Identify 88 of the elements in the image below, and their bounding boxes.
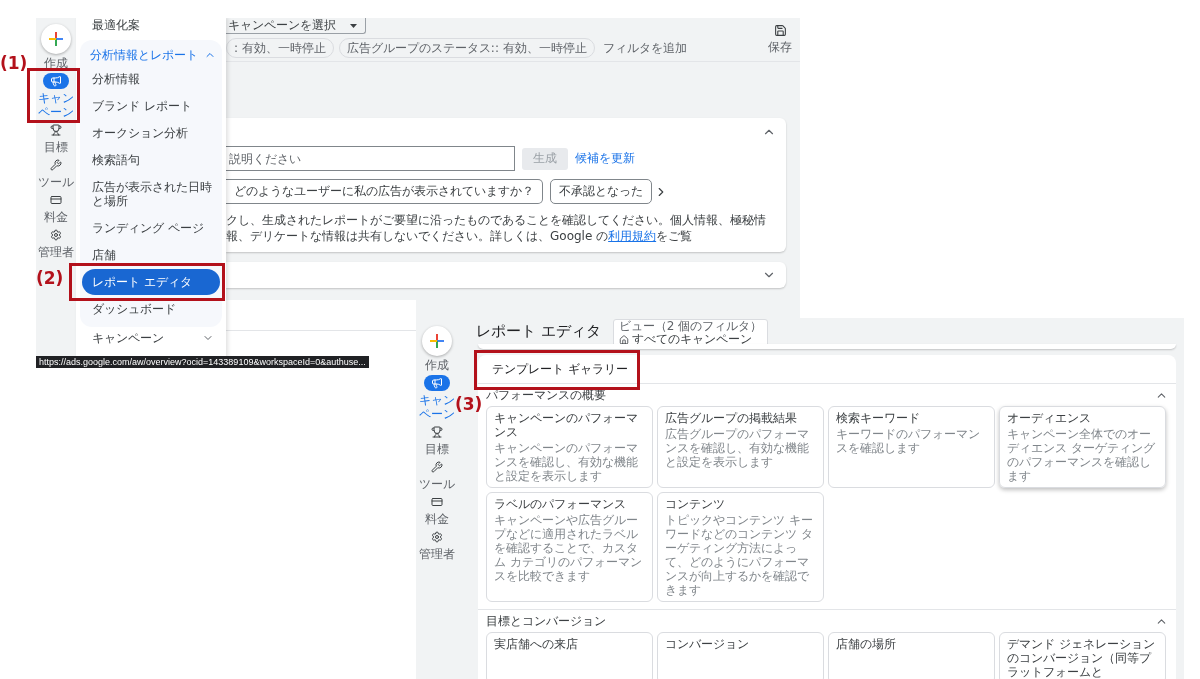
- step-label: (3): [455, 394, 483, 414]
- template-title: 実店舗への来店: [494, 637, 579, 651]
- template-card[interactable]: キャンペーンのパフォーマンス キャンペーンのパフォーマンスを確認し、有効な機能と設定を表示します: [486, 406, 653, 488]
- report-input-field[interactable]: 説明ください: [226, 146, 515, 171]
- section-header[interactable]: パフォーマンスの概要: [486, 386, 606, 404]
- template-title: 店舗の場所: [836, 637, 897, 651]
- menu-item[interactable]: 最適化案: [80, 18, 222, 32]
- template-title: ラベルのパフォーマンス: [494, 497, 627, 511]
- template-title: キャンペーンのパフォーマンス: [494, 411, 639, 439]
- suggestion-chip[interactable]: 不承認となった: [550, 179, 652, 204]
- menu-item[interactable]: ブランド レポート: [82, 93, 220, 119]
- menu-item[interactable]: 分析情報: [82, 66, 220, 92]
- nav-label[interactable]: 目標: [418, 442, 456, 456]
- step-label: (1): [0, 53, 28, 73]
- refresh-suggestions-link[interactable]: 候補を更新: [575, 150, 635, 167]
- menu-item[interactable]: ランディング ページ: [82, 215, 220, 241]
- template-title: コンバージョン: [665, 637, 750, 651]
- nav-label[interactable]: 管理者: [418, 547, 456, 561]
- menu-item[interactable]: キャンペーン: [92, 331, 164, 345]
- menu-item[interactable]: 広告が表示された日時と場所: [82, 174, 220, 214]
- menu-item[interactable]: ダッシュボード: [82, 296, 220, 322]
- template-card[interactable]: 店舗の場所: [828, 632, 995, 679]
- save-icon: [773, 23, 787, 37]
- settings-icon: [50, 229, 62, 241]
- template-title: 検索キーワード: [836, 411, 921, 425]
- nav-label[interactable]: 管理者: [37, 245, 75, 259]
- disclaimer-text: クし、生成されたレポートがご要望に沿ったものであることを確認してください。個人情報、極秘情報、デリケートな情報は共有しないでください。詳しくは、Google の利用規約をご覧: [226, 212, 767, 244]
- megaphone-icon: [431, 377, 443, 389]
- template-title: 広告グループの掲載結果: [665, 411, 798, 425]
- tools-icon: [50, 159, 62, 171]
- save-button[interactable]: 保存: [760, 18, 800, 61]
- trophy-icon: [431, 426, 443, 438]
- template-description: 広告グループのパフォーマンスを確認し、有効な機能と設定を表示します: [665, 427, 810, 469]
- suggestion-chip[interactable]: どのようなユーザーに私の広告が表示されていますか？: [226, 179, 543, 204]
- create-button[interactable]: [422, 326, 452, 356]
- template-description: キーワードのパフォーマンスを確認します: [836, 427, 981, 455]
- tools-icon: [431, 461, 443, 473]
- template-card[interactable]: デマンド ジェネレーションのコンバージョン（同等プラットフォームと: [999, 632, 1166, 679]
- settings-icon: [431, 531, 443, 543]
- nav-label[interactable]: ツール: [37, 175, 75, 189]
- template-card[interactable]: 実店舗への来店: [486, 632, 653, 679]
- template-card[interactable]: オーディエンス キャンペーン全体でのオーディエンス ターゲティングのパフォーマンスを確認します: [999, 406, 1166, 488]
- nav-label[interactable]: キャンペーン: [418, 393, 456, 421]
- caret-icon: [350, 23, 357, 28]
- template-card[interactable]: ラベルのパフォーマンス キャンペーンや広告グループなどに適用されたラベルを確認することで、カスタム カテゴリのパフォーマンスを比較できます: [486, 492, 653, 602]
- create-button[interactable]: [41, 24, 71, 54]
- template-description: キャンペーンや広告グループなどに適用されたラベルを確認することで、カスタム カテゴリのパフォーマンスを比較できます: [494, 513, 643, 583]
- create-label: 作成: [424, 358, 450, 372]
- add-filter-link[interactable]: フィルタを追加: [599, 39, 687, 57]
- credit-card-icon: [431, 496, 443, 508]
- status-url: https://ads.google.com/aw/overview?ocid=143389109&workspaceId=0&authuse...: [36, 356, 369, 368]
- nav-icon-pill[interactable]: [424, 375, 450, 391]
- template-title: デマンド ジェネレーションのコンバージョン（同等プラットフォームと: [1007, 637, 1156, 679]
- page-title: レポート エディタ: [476, 322, 601, 341]
- menu-group-header[interactable]: 分析情報とレポート: [90, 48, 198, 62]
- template-title: オーディエンス: [1007, 411, 1092, 425]
- menu-item[interactable]: レポート エディタ: [82, 269, 220, 295]
- template-description: トピックやコンテンツ キーワードなどのコンテンツ ターゲティング方法によって、どのようにパフォーマンスが向上するかを確認できます: [665, 513, 814, 597]
- home-icon: [618, 334, 629, 345]
- nav-label[interactable]: 目標: [37, 140, 75, 154]
- highlight-frame: [27, 68, 80, 123]
- nav-label[interactable]: ツール: [418, 477, 456, 491]
- menu-item[interactable]: 検索語句: [82, 147, 220, 173]
- trophy-icon: [50, 124, 62, 136]
- template-card[interactable]: コンテンツ トピックやコンテンツ キーワードなどのコンテンツ ターゲティング方法によって、どのようにパフォーマンスが向上するかを確認できます: [657, 492, 824, 602]
- plus-icon: [430, 334, 444, 348]
- view-selector[interactable]: ビュー（2 個のフィルタ） すべてのキャンペーン: [612, 319, 769, 347]
- section-header[interactable]: 目標とコンバージョン: [486, 612, 606, 630]
- campaign-dropdown[interactable]: キャンペーンを選択: [226, 18, 366, 34]
- nav-label[interactable]: キャンペーン: [37, 91, 75, 119]
- template-title: コンテンツ: [665, 497, 726, 511]
- template-card[interactable]: コンバージョン: [657, 632, 824, 679]
- plus-icon: [49, 32, 63, 46]
- megaphone-icon: [50, 75, 62, 87]
- gallery-title: テンプレート ギャラリー: [478, 355, 1176, 384]
- terms-link[interactable]: 利用規約: [608, 229, 657, 243]
- menu-item[interactable]: オークション分析: [82, 120, 220, 146]
- template-description: キャンペーンのパフォーマンスを確認し、有効な機能と設定を表示します: [494, 441, 639, 483]
- credit-card-icon: [50, 194, 62, 206]
- nav-label[interactable]: 料金: [418, 512, 456, 526]
- menu-item[interactable]: 店舗: [82, 242, 220, 268]
- template-card[interactable]: 広告グループの掲載結果 広告グループのパフォーマンスを確認し、有効な機能と設定を表示します: [657, 406, 824, 488]
- nav-label[interactable]: 料金: [37, 210, 75, 224]
- template-card[interactable]: 検索キーワード キーワードのパフォーマンスを確認します: [828, 406, 995, 488]
- step-label: (2): [36, 268, 64, 288]
- create-label: 作成: [43, 56, 69, 70]
- template-description: キャンペーン全体でのオーディエンス ターゲティングのパフォーマンスを確認します: [1007, 427, 1156, 483]
- nav-icon-pill[interactable]: [43, 73, 69, 89]
